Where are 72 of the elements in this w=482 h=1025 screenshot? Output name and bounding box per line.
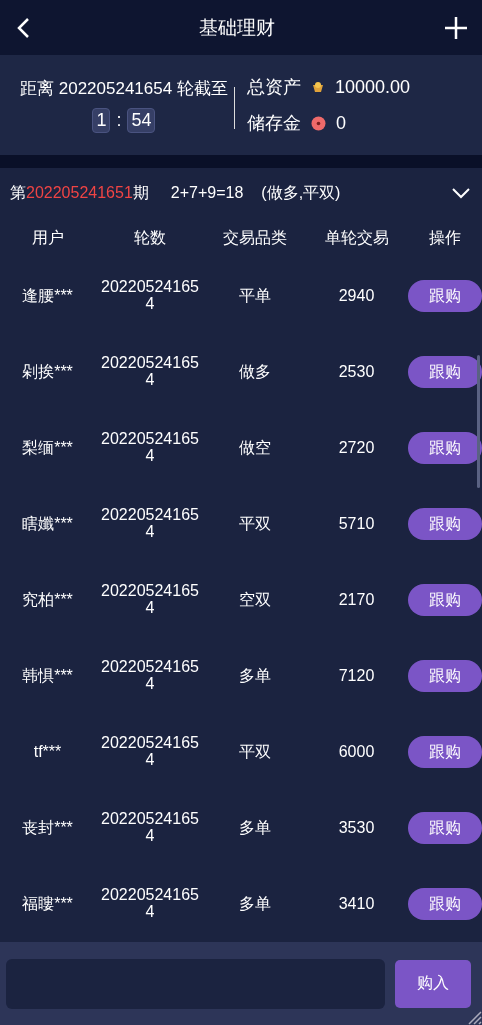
round-cell: 202205241654 [100, 279, 200, 313]
user-cell-text: 梨缅*** [21, 437, 74, 458]
follow-button[interactable]: 跟购 [408, 280, 482, 312]
countdown-label: 距离 202205241654 轮截至 [20, 78, 228, 100]
round-cell: 202205241654 [100, 811, 200, 845]
user-cell-text: tf*** [32, 743, 63, 761]
category-cell-text: 多单 [238, 817, 272, 838]
amount-cell-text: 2530 [337, 363, 376, 381]
category-cell-text: 多单 [238, 893, 272, 914]
buy-button[interactable]: 购入 [395, 959, 471, 1008]
period-prefix: 第 [10, 182, 26, 203]
round-cell: 202205241654 [100, 735, 200, 769]
follow-button[interactable]: 跟购 [408, 508, 482, 540]
category-cell-text: 多单 [238, 665, 272, 686]
draw-formula: 2+7+9=18 [170, 184, 244, 202]
asset-label: 储存金 [246, 112, 301, 135]
user-cell-text: 逢腰*** [21, 285, 74, 306]
countdown-seconds: 54 [127, 108, 156, 133]
back-icon[interactable] [16, 16, 30, 39]
plus-icon[interactable] [444, 15, 468, 40]
follow-button[interactable]: 跟购 [408, 736, 482, 768]
column-header: 用户 [30, 227, 65, 248]
user-cell-text: 福瞜*** [21, 893, 74, 914]
follow-button[interactable]: 跟购 [408, 812, 482, 844]
round-cell: 202205241654 [100, 431, 200, 465]
asset-value: 0 [335, 112, 346, 134]
draw-result: (做多,平双) [261, 182, 341, 203]
category-cell-text: 空双 [238, 589, 272, 610]
follow-button[interactable]: 跟购 [408, 584, 482, 616]
countdown-minutes: 1 [92, 108, 111, 133]
amount-cell-text: 2940 [337, 287, 376, 305]
round-cell: 202205241654 [100, 887, 200, 921]
amount-cell-text: 3530 [337, 819, 376, 837]
category-cell-text: 平双 [238, 741, 272, 762]
category-cell-text: 做空 [238, 437, 272, 458]
countdown-separator: : [116, 110, 122, 131]
chevron-down-icon[interactable] [452, 187, 470, 199]
follow-button[interactable]: 跟购 [408, 356, 482, 388]
amount-cell-text: 7120 [337, 667, 376, 685]
amount-cell-text: 6000 [337, 743, 376, 761]
user-cell-text: 剁挨*** [21, 361, 74, 382]
amount-input[interactable] [6, 958, 385, 1009]
asset-label: 总资产 [246, 76, 301, 99]
follow-button[interactable]: 跟购 [408, 432, 482, 464]
round-cell: 202205241654 [100, 507, 200, 541]
column-header: 交易品类 [222, 227, 288, 248]
column-header: 操作 [428, 227, 462, 248]
user-cell-text: 丧封*** [21, 817, 74, 838]
column-header: 单轮交易 [323, 227, 390, 248]
scrollbar[interactable] [477, 355, 480, 488]
coin-icon [310, 115, 326, 131]
amount-cell-text: 2720 [337, 439, 376, 457]
amount-cell-text: 2170 [337, 591, 376, 609]
follow-button[interactable]: 跟购 [408, 660, 482, 692]
period-suffix: 期 [132, 182, 149, 203]
round-cell: 202205241654 [100, 583, 200, 617]
category-cell-text: 平单 [238, 285, 272, 306]
period-number: 202205241651 [26, 184, 133, 202]
asset-value: 10000.00 [334, 76, 410, 98]
user-cell-text: 瞎孅*** [21, 513, 74, 534]
follow-button[interactable]: 跟购 [408, 888, 482, 920]
amount-cell-text: 5710 [337, 515, 376, 533]
round-cell: 202205241654 [100, 659, 200, 693]
amount-cell-text: 3410 [337, 895, 376, 913]
category-cell-text: 平双 [238, 513, 272, 534]
round-cell: 202205241654 [100, 355, 200, 389]
ingot-icon [310, 81, 325, 93]
user-cell-text: 究柏*** [21, 589, 74, 610]
user-cell-text: 韩惧*** [21, 665, 74, 686]
column-header: 轮数 [133, 227, 167, 248]
category-cell-text: 做多 [238, 361, 272, 382]
page-title: 基础理财 [199, 15, 275, 40]
